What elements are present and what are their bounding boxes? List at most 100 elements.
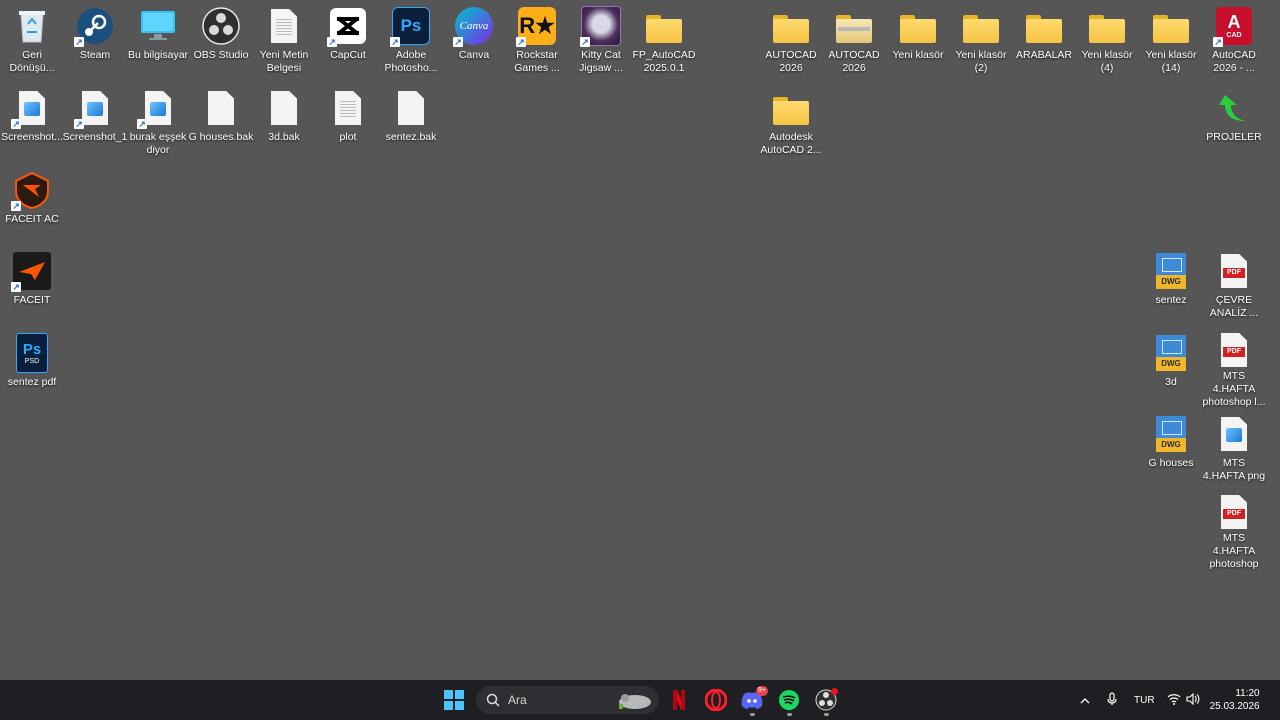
shortcut-arrow-icon: ↗ — [580, 37, 590, 47]
text-file-icon — [264, 6, 304, 46]
icon-label: Bu bilgisayar — [127, 49, 189, 61]
icon-label: MTS 4.HAFTA png — [1202, 457, 1266, 482]
folder-icon — [771, 6, 811, 46]
wifi-icon[interactable] — [1167, 693, 1181, 708]
folder-icon — [961, 6, 1001, 46]
image-file-icon — [1214, 414, 1254, 454]
icon-label: AUTOCAD 2026 — [828, 49, 880, 74]
desktop-icon-sentez-pdf[interactable]: Ps PSD sentez pdf — [0, 329, 64, 407]
text-file-icon — [328, 88, 368, 128]
icon-label: 3d.bak — [268, 131, 300, 143]
desktop-icon-kitty-cat[interactable]: ↗ Kitty Cat Jigsaw ... — [569, 2, 633, 80]
desktop-icon-cevre-analiz[interactable]: PDF ÇEVRE ANALİZ ... — [1202, 247, 1266, 325]
desktop-icon-yeni-klasor-14[interactable]: Yeni klasör (14) — [1139, 2, 1203, 80]
desktop-icon-this-pc[interactable]: Bu bilgisayar — [126, 2, 190, 80]
shortcut-arrow-icon: ↗ — [11, 201, 21, 211]
desktop-icon-mts-photoshop[interactable]: PDF MTS 4.HAFTA photoshop — [1202, 491, 1266, 570]
desktop-icon-rockstar[interactable]: R★ ↗ Rockstar Games ... — [505, 2, 569, 80]
desktop-icon-new-text[interactable]: Yeni Metin Belgesi — [252, 2, 316, 80]
desktop-icon-faceit-ac[interactable]: ↗ FACEIT AC — [0, 166, 64, 244]
shortcut-arrow-icon: ↗ — [74, 37, 84, 47]
desktop-icon-yeni-klasor-4[interactable]: Yeni klasör (4) — [1075, 2, 1139, 80]
icon-label: sentez — [1155, 294, 1187, 306]
folder-icon — [644, 6, 684, 46]
microphone-icon[interactable] — [1102, 691, 1122, 709]
running-indicator — [787, 713, 792, 716]
search-box[interactable]: Ara — [476, 686, 659, 714]
icon-label: G houses.bak — [188, 131, 254, 143]
folder-icon — [898, 6, 938, 46]
icon-label: ARABALAR — [1015, 49, 1073, 61]
desktop-icon-mts-png[interactable]: MTS 4.HAFTA png — [1202, 410, 1266, 488]
taskbar-opera[interactable] — [700, 684, 732, 716]
desktop-icon-sentez-bak[interactable]: sentez.bak — [379, 84, 443, 162]
taskbar-obs[interactable] — [810, 684, 842, 716]
desktop-icon-obs[interactable]: OBS Studio — [189, 2, 253, 80]
pdf-icon: PDF — [1214, 333, 1254, 367]
obs-icon — [201, 6, 241, 46]
icon-label: AUTOCAD 2026 — [765, 49, 817, 74]
desktop-icon-screenshot-1[interactable]: ↗ Screenshot_1 — [63, 84, 127, 162]
desktop-icon-canva[interactable]: Canva ↗ Canva — [442, 2, 506, 80]
desktop-icon-faceit[interactable]: ↗ FACEIT — [0, 247, 64, 325]
file-icon — [201, 88, 241, 128]
clock[interactable]: 11:20 25.03.2026 — [1210, 687, 1260, 713]
desktop-icon-3d-bak[interactable]: 3d.bak — [252, 84, 316, 162]
taskbar: Ara 9+ TUR 11:20 25.03.2026 — [0, 680, 1280, 720]
desktop-icon-3d-dwg[interactable]: DWG 3d — [1139, 329, 1203, 407]
taskbar-spotify[interactable] — [773, 684, 805, 716]
shortcut-arrow-icon: ↗ — [137, 119, 147, 129]
running-indicator — [824, 713, 829, 716]
desktop-icon-g-houses-dwg[interactable]: DWG G houses — [1139, 410, 1203, 488]
capcut-icon: ↗ — [327, 6, 368, 47]
language-indicator[interactable]: TUR — [1134, 695, 1155, 706]
desktop-icon-screenshot[interactable]: ↗ Screenshot... — [0, 84, 64, 162]
folder-icon — [771, 88, 811, 128]
icon-label: Canva — [458, 49, 490, 61]
kitty-cat-icon: ↗ — [580, 6, 621, 47]
volume-icon[interactable] — [1186, 692, 1200, 708]
dwg-icon: DWG — [1151, 333, 1191, 373]
icon-label: FP_AutoCAD 2025.0.1 — [632, 49, 696, 74]
desktop-icon-burak[interactable]: ↗ burak eşşek diyor — [126, 84, 190, 162]
icon-label: MTS 4.HAFTA photoshop l... — [1202, 370, 1266, 408]
folder-icon — [1151, 6, 1191, 46]
shortcut-arrow-icon: ↗ — [390, 37, 400, 47]
desktop-icon-plot[interactable]: plot — [316, 84, 380, 162]
icon-label: Geri Dönüşü... — [9, 49, 55, 74]
desktop-icon-yeni-klasor-2[interactable]: Yeni klasör (2) — [949, 2, 1013, 80]
desktop-icon-g-houses-bak[interactable]: G houses.bak — [189, 84, 253, 162]
desktop-icon-steam[interactable]: ↗ Steam — [63, 2, 127, 80]
desktop-icon-mts-photoshop-l[interactable]: PDF MTS 4.HAFTA photoshop l... — [1202, 329, 1266, 408]
icon-label: 3d — [1165, 376, 1177, 388]
desktop-icon-capcut[interactable]: ↗ CapCut — [316, 2, 380, 80]
faceit-icon: ↗ — [11, 251, 52, 292]
desktop-icon-fp-autocad[interactable]: FP_AutoCAD 2025.0.1 — [632, 2, 696, 80]
clock-date: 25.03.2026 — [1209, 701, 1260, 712]
recycle-bin-icon — [12, 6, 52, 46]
faceit-ac-icon: ↗ — [11, 170, 52, 211]
image-file-icon: ↗ — [11, 88, 52, 129]
icon-label: Screenshot... — [1, 131, 63, 143]
desktop-icon-projeler[interactable]: PROJELER — [1202, 84, 1266, 162]
desktop-icon-autocad-app[interactable]: A CAD ↗ AutoCAD 2026 - ... — [1202, 2, 1266, 80]
start-button[interactable] — [438, 684, 470, 716]
desktop-icon-autodesk-folder[interactable]: Autodesk AutoCAD 2... — [759, 84, 823, 162]
desktop-icon-autocad-2026-folder[interactable]: AUTOCAD 2026 — [759, 2, 823, 80]
shortcut-arrow-icon: ↗ — [516, 37, 526, 47]
taskbar-discord[interactable]: 9+ — [736, 684, 768, 716]
search-placeholder: Ara — [508, 693, 527, 707]
desktop-icon-autocad-2026-zip[interactable]: AUTOCAD 2026 — [822, 2, 886, 80]
icon-label: burak eşşek diyor — [129, 131, 187, 156]
taskbar-netflix[interactable] — [663, 684, 695, 716]
desktop-icon-yeni-klasor[interactable]: Yeni klasör — [886, 2, 950, 80]
desktop-icon-arabalar[interactable]: ARABALAR — [1012, 2, 1076, 80]
icon-label: ÇEVRE ANALİZ ... — [1209, 294, 1259, 319]
rockstar-icon: R★ ↗ — [516, 6, 557, 47]
image-file-icon: ↗ — [74, 88, 115, 129]
show-hidden-icons-chevron-icon[interactable] — [1076, 693, 1094, 707]
desktop-icon-recycle-bin[interactable]: Geri Dönüşü... — [0, 2, 64, 80]
icon-label: AutoCAD 2026 - ... — [1212, 49, 1256, 74]
desktop-icon-sentez-dwg[interactable]: DWG sentez — [1139, 247, 1203, 325]
desktop-icon-photoshop[interactable]: Ps ↗ Adobe Photosho... — [379, 2, 443, 80]
